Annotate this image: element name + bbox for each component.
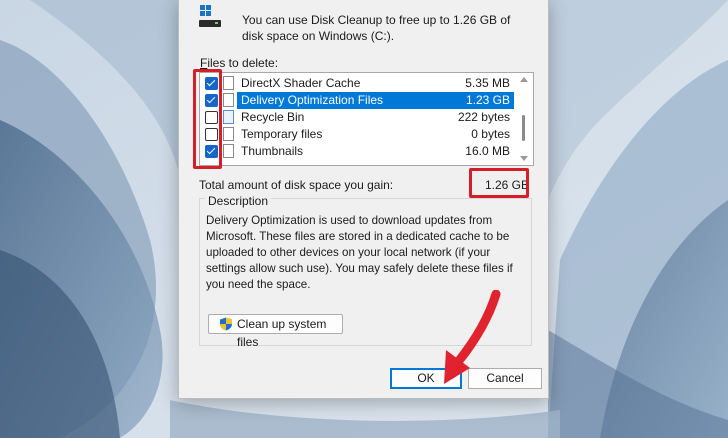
files-list[interactable]: DirectX Shader Cache 5.35 MB Delivery Op… [199, 72, 534, 166]
scrollbar-thumb[interactable] [522, 115, 525, 141]
drive-icon [199, 5, 221, 27]
scroll-up-icon[interactable] [520, 77, 528, 82]
recycle-bin-icon [223, 110, 234, 124]
checkbox-highlight-box [193, 69, 222, 169]
scroll-down-icon[interactable] [520, 156, 528, 161]
files-to-delete-label: Files to delete: [200, 56, 279, 70]
pointer-arrow-icon [444, 290, 501, 384]
uac-shield-icon [220, 317, 232, 331]
clean-up-system-files-button[interactable]: Clean up system files [208, 314, 343, 349]
file-icon [223, 93, 234, 107]
list-item[interactable]: Temporary files 0 bytes [200, 126, 514, 143]
description-text: Delivery Optimization is used to downloa… [206, 214, 513, 291]
file-icon [223, 127, 234, 141]
list-item[interactable]: Delivery Optimization Files 1.23 GB [200, 92, 514, 109]
list-scrollbar[interactable] [515, 73, 533, 165]
total-value-highlight-box [469, 168, 529, 198]
file-icon [223, 76, 234, 90]
list-item[interactable]: Recycle Bin 222 bytes [200, 109, 514, 126]
total-space-label: Total amount of disk space you gain: [199, 178, 394, 192]
intro-text: You can use Disk Cleanup to free up to 1… [242, 13, 511, 43]
list-item[interactable]: DirectX Shader Cache 5.35 MB [200, 75, 514, 92]
description-title: Description [205, 194, 272, 208]
list-item[interactable]: Thumbnails 16.0 MB [200, 143, 514, 160]
file-icon [223, 144, 234, 158]
